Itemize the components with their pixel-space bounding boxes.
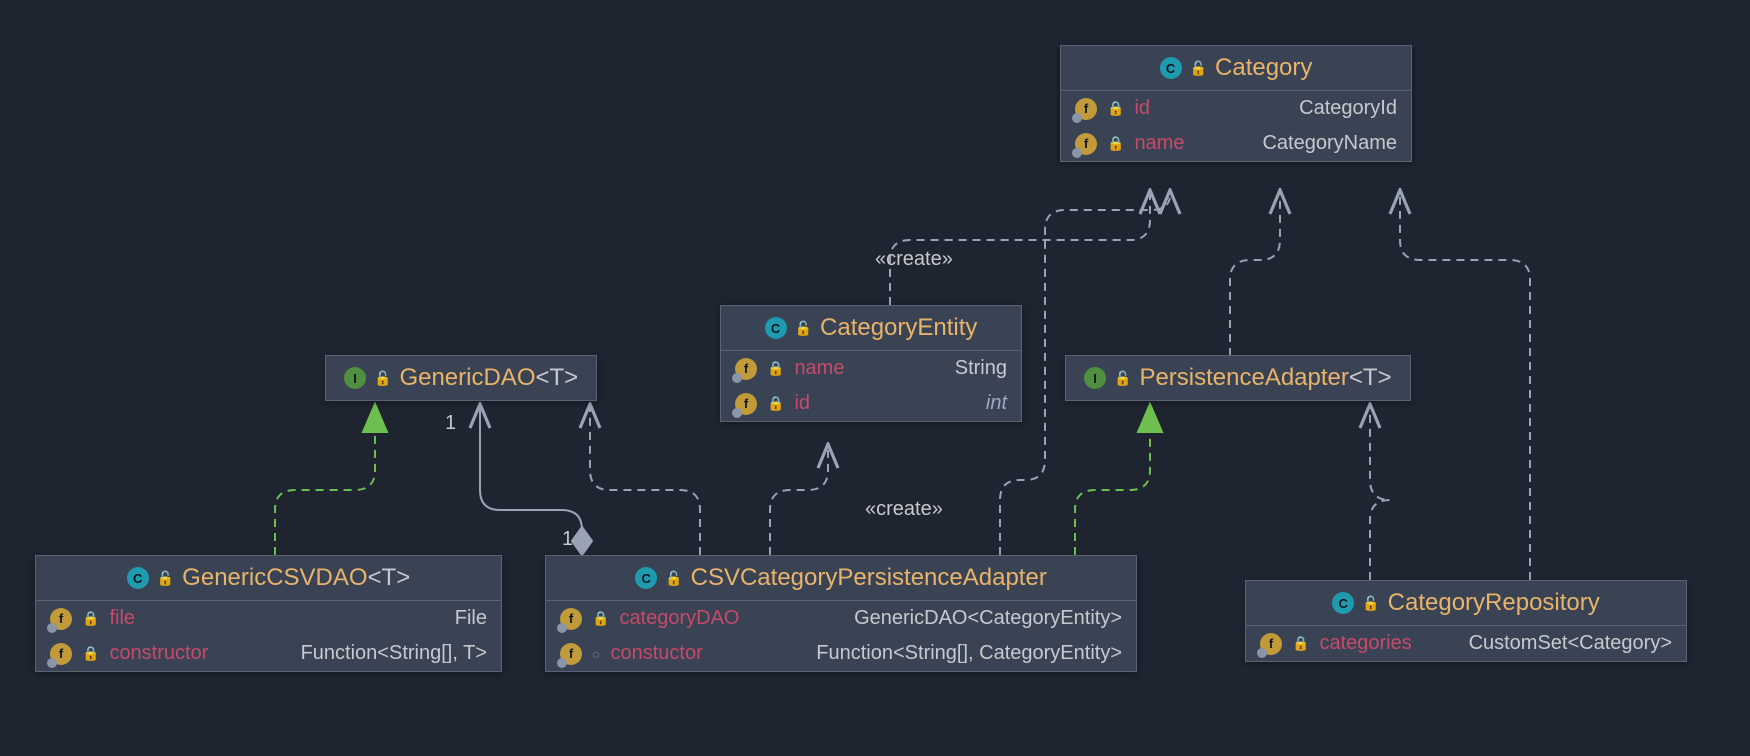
field-icon: f [735, 393, 757, 415]
field-row: f 🔒 name CategoryName [1061, 126, 1411, 161]
multiplicity-label: 1 [445, 412, 456, 435]
class-name: CategoryEntity [820, 314, 977, 342]
field-icon: f [1260, 633, 1282, 655]
field-type: int [986, 392, 1007, 415]
field-icon: f [560, 608, 582, 630]
multiplicity-label: 1 [562, 528, 573, 551]
field-row: f 🔒 name String [721, 351, 1021, 386]
visibility-icon: 🔓 [665, 570, 682, 587]
field-type: CustomSet<Category> [1469, 632, 1672, 655]
field-row: f ○ constuctor Function<String[], Catego… [546, 636, 1136, 671]
field-icon: f [560, 643, 582, 665]
field-name: id [1134, 97, 1150, 120]
stereotype-label: «create» [875, 248, 953, 271]
class-icon: C [127, 567, 149, 589]
interface-persistence-adapter[interactable]: I 🔓 PersistenceAdapter<T> [1065, 355, 1411, 401]
generic-param: <T> [1349, 364, 1392, 391]
class-title: C 🔓 CategoryRepository [1246, 581, 1686, 626]
visibility-icon: 🔓 [1190, 60, 1207, 77]
field-row: f 🔒 categoryDAO GenericDAO<CategoryEntit… [546, 601, 1136, 636]
field-name: file [109, 607, 135, 630]
class-csv-category-persistence-adapter[interactable]: C 🔓 CSVCategoryPersistenceAdapter f 🔒 ca… [545, 555, 1137, 672]
class-icon: C [765, 317, 787, 339]
field-icon: f [50, 643, 72, 665]
lock-icon: 🔒 [1292, 635, 1309, 652]
interface-generic-dao[interactable]: I 🔓 GenericDAO<T> [325, 355, 597, 401]
interface-name: PersistenceAdapter [1139, 364, 1348, 391]
class-name: GenericCSVDAO [182, 564, 367, 591]
class-name: CategoryRepository [1388, 589, 1600, 617]
field-name: constructor [109, 642, 208, 665]
field-row: f 🔒 constructor Function<String[], T> [36, 636, 501, 671]
lock-icon: 🔒 [767, 395, 784, 412]
class-category[interactable]: C 🔓 Category f 🔒 id CategoryId f 🔒 name … [1060, 45, 1412, 162]
uml-diagram-canvas: C 🔓 Category f 🔒 id CategoryId f 🔒 name … [0, 0, 1750, 756]
visibility-icon: 🔓 [1114, 370, 1131, 387]
visibility-icon: 🔓 [795, 320, 812, 337]
class-generic-csv-dao[interactable]: C 🔓 GenericCSVDAO<T> f 🔒 file File f 🔒 c… [35, 555, 502, 672]
field-name: name [794, 357, 844, 380]
field-name: constuctor [610, 642, 702, 665]
lock-icon: 🔒 [1107, 100, 1124, 117]
visibility-icon: 🔓 [1362, 595, 1379, 612]
stereotype-label: «create» [865, 498, 943, 521]
field-type: CategoryName [1262, 132, 1397, 155]
field-name: categoryDAO [619, 607, 739, 630]
field-type: File [455, 607, 487, 630]
unlock-icon: ○ [592, 646, 600, 662]
field-row: f 🔒 categories CustomSet<Category> [1246, 626, 1686, 661]
field-name: name [1134, 132, 1184, 155]
interface-icon: I [1084, 367, 1106, 389]
field-icon: f [1075, 133, 1097, 155]
interface-title: I 🔓 PersistenceAdapter<T> [1066, 356, 1410, 400]
lock-icon: 🔒 [767, 360, 784, 377]
generic-param: <T> [368, 564, 411, 591]
class-icon: C [1160, 57, 1182, 79]
visibility-icon: 🔓 [157, 570, 174, 587]
class-name: Category [1215, 54, 1312, 82]
class-name: CSVCategoryPersistenceAdapter [691, 564, 1047, 592]
field-name: categories [1319, 632, 1411, 655]
class-icon: C [635, 567, 657, 589]
field-row: f 🔒 id CategoryId [1061, 91, 1411, 126]
class-title: C 🔓 Category [1061, 46, 1411, 91]
field-icon: f [735, 358, 757, 380]
field-name: id [794, 392, 810, 415]
field-type: Function<String[], T> [301, 642, 487, 665]
interface-title: I 🔓 GenericDAO<T> [326, 356, 596, 400]
class-category-entity[interactable]: C 🔓 CategoryEntity f 🔒 name String f 🔒 i… [720, 305, 1022, 422]
lock-icon: 🔒 [1107, 135, 1124, 152]
generic-param: <T> [535, 364, 578, 391]
interface-name: GenericDAO [399, 364, 535, 391]
field-row: f 🔒 id int [721, 386, 1021, 421]
lock-icon: 🔒 [82, 645, 99, 662]
field-type: String [955, 357, 1007, 380]
field-type: CategoryId [1299, 97, 1397, 120]
class-title: C 🔓 CategoryEntity [721, 306, 1021, 351]
lock-icon: 🔒 [592, 610, 609, 627]
visibility-icon: 🔓 [374, 370, 391, 387]
class-icon: C [1332, 592, 1354, 614]
field-type: GenericDAO<CategoryEntity> [854, 607, 1122, 630]
field-icon: f [1075, 98, 1097, 120]
lock-icon: 🔒 [82, 610, 99, 627]
interface-icon: I [344, 367, 366, 389]
class-title: C 🔓 GenericCSVDAO<T> [36, 556, 501, 601]
class-title: C 🔓 CSVCategoryPersistenceAdapter [546, 556, 1136, 601]
field-icon: f [50, 608, 72, 630]
class-category-repository[interactable]: C 🔓 CategoryRepository f 🔒 categories Cu… [1245, 580, 1687, 662]
field-row: f 🔒 file File [36, 601, 501, 636]
field-type: Function<String[], CategoryEntity> [816, 642, 1122, 665]
